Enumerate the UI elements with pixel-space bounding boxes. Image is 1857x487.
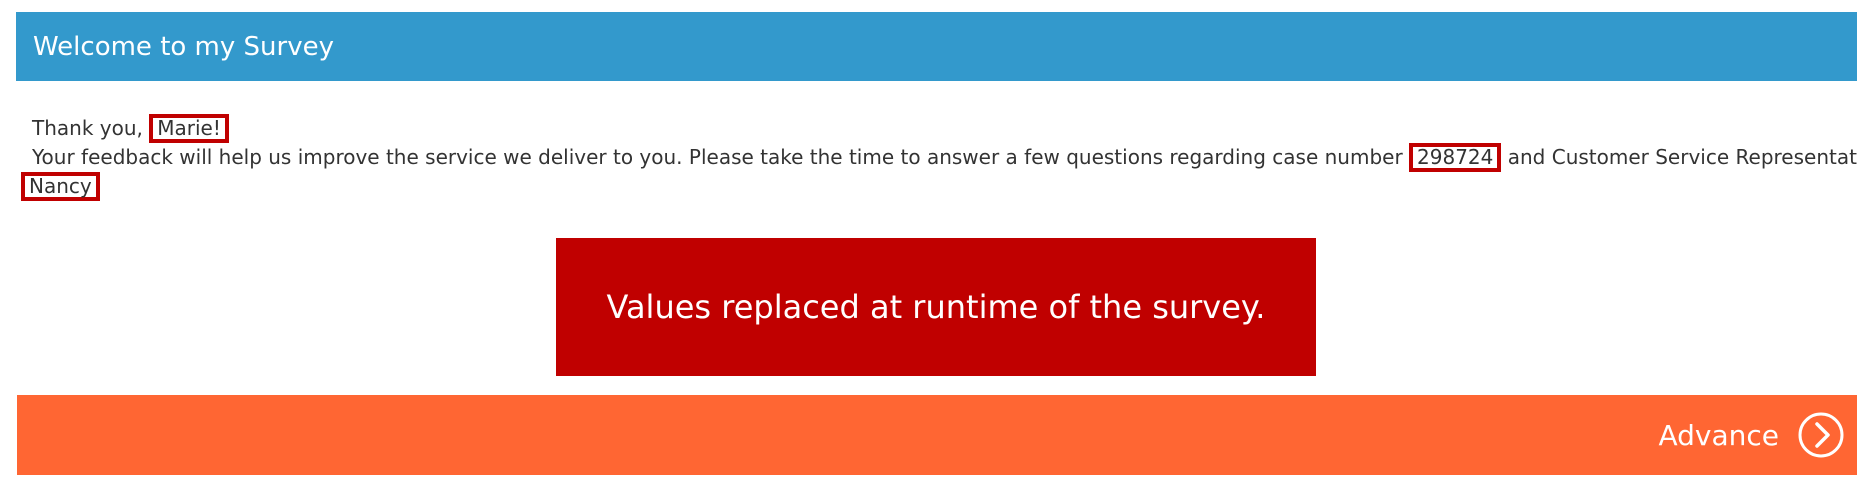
runtime-callout: Values replaced at runtime of the survey… xyxy=(556,238,1316,376)
rep-name: Nancy xyxy=(21,172,100,201)
rep-text: and Customer Service Representative xyxy=(1507,145,1857,169)
rep-line: Nancy xyxy=(21,172,1832,201)
respondent-name: Marie! xyxy=(149,114,229,143)
survey-intro: Thank you, Marie! Your feedback will hel… xyxy=(21,114,1857,201)
callout-text: Values replaced at runtime of the survey… xyxy=(606,288,1266,326)
feedback-intro: Your feedback will help us improve the s… xyxy=(32,145,1410,169)
survey-footer: Advance xyxy=(17,395,1857,475)
advance-label: Advance xyxy=(1658,418,1779,452)
greeting-line: Thank you, Marie! xyxy=(32,114,1832,143)
greeting-prefix: Thank you, xyxy=(32,116,150,140)
survey-header: Welcome to my Survey xyxy=(16,12,1857,81)
feedback-line: Your feedback will help us improve the s… xyxy=(32,143,1857,172)
case-number: 298724 xyxy=(1409,143,1502,172)
advance-button[interactable]: Advance xyxy=(1658,395,1845,475)
chevron-right-circle-icon xyxy=(1798,412,1844,458)
survey-title: Welcome to my Survey xyxy=(33,31,334,62)
